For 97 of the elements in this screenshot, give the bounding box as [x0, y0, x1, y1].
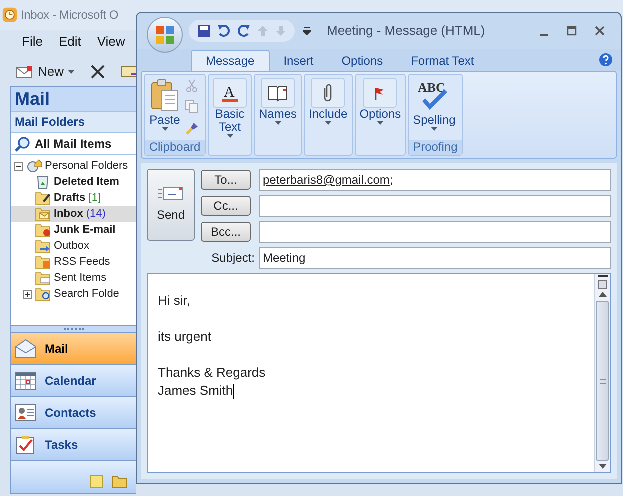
folder-icon[interactable]	[112, 475, 128, 489]
window-title: Meeting - Message (HTML)	[327, 22, 486, 40]
redo-icon[interactable]	[237, 24, 251, 38]
contact-card-icon	[15, 402, 37, 422]
office-logo-icon	[155, 25, 175, 45]
folder-item[interactable]: Search Folde	[11, 286, 136, 302]
caret-icon	[324, 121, 332, 125]
delete-icon[interactable]	[91, 65, 106, 79]
ribbon-button[interactable]: Include	[305, 75, 352, 155]
subject-field[interactable]: Meeting	[259, 247, 611, 269]
ribbon-button[interactable]: A Basic Text	[209, 75, 251, 155]
section-header: Mail Folders	[11, 111, 136, 133]
close-icon[interactable]	[595, 26, 605, 36]
expand-icon[interactable]	[23, 290, 32, 298]
outlook-logo-icon	[2, 7, 18, 23]
ribbon-tab[interactable]: Message	[191, 50, 270, 71]
all-mail-items-label: All Mail Items	[35, 136, 112, 152]
body-text-line: Thanks & Regards	[158, 364, 266, 382]
folder-icon	[35, 254, 51, 270]
menu-item[interactable]: File	[16, 32, 49, 52]
clipboard-icon	[150, 79, 180, 113]
folder-icon	[35, 206, 51, 222]
caret-icon	[274, 121, 282, 125]
search-folder-icon	[35, 286, 51, 302]
ribbon-button[interactable]: Options	[356, 75, 406, 155]
folder-icon	[35, 190, 51, 206]
folder-item[interactable]: Inbox (14)	[11, 206, 136, 222]
ribbon-tab[interactable]: Format Text	[397, 50, 488, 71]
recipient-field[interactable]	[259, 221, 611, 243]
search-icon	[15, 136, 31, 152]
folder-item[interactable]: Personal Folders	[11, 158, 136, 174]
save-icon[interactable]	[197, 24, 211, 38]
help-icon[interactable]	[599, 53, 613, 67]
new-mail-icon	[16, 64, 34, 80]
group-label: Proofing	[409, 140, 462, 155]
email-address[interactable]: peterbaris8@gmail.com;	[263, 171, 394, 189]
pane-header: Mail	[11, 87, 136, 111]
address-button[interactable]: Bcc...	[201, 222, 251, 242]
body-text-line: Hi sir,	[158, 292, 190, 310]
folder-icon	[35, 238, 51, 254]
menu-item[interactable]: View	[91, 32, 132, 52]
message-body[interactable]: Hi sir, its urgent Thanks & Regards James Smith	[147, 273, 611, 473]
recipient-field[interactable]	[259, 195, 611, 217]
caret-icon	[430, 127, 438, 131]
envelope-icon	[15, 338, 37, 358]
new-button[interactable]: New	[12, 62, 80, 82]
ribbon-tab[interactable]: Options	[328, 50, 398, 71]
nav-button[interactable]: Mail	[11, 333, 136, 365]
folder-item[interactable]: Junk E-mail	[11, 222, 136, 238]
address-button[interactable]: Cc...	[201, 196, 251, 216]
folder-icon	[35, 270, 51, 286]
ribbon-tab[interactable]: Insert	[270, 50, 328, 71]
all-mail-items[interactable]: All Mail Items	[11, 133, 136, 155]
calendar-icon	[15, 370, 37, 390]
envelope-icon	[157, 186, 185, 202]
ruler-icon[interactable]	[596, 274, 608, 292]
body-text-line: its urgent	[158, 328, 212, 346]
folder-item[interactable]: Sent Items	[11, 270, 136, 286]
scroll-down-icon[interactable]	[598, 464, 606, 469]
brush-icon[interactable]	[185, 122, 199, 136]
body-text-line: James Smith	[158, 382, 234, 400]
folder-item[interactable]: Drafts [1]	[11, 190, 136, 206]
nav-button[interactable]: Tasks	[11, 429, 136, 461]
folder-house-icon	[26, 158, 42, 174]
menu-item[interactable]: Edit	[52, 32, 88, 52]
text-cursor	[233, 384, 234, 398]
scrollbar[interactable]	[594, 274, 610, 472]
folder-item[interactable]: Deleted Item	[11, 174, 136, 190]
flag-icon	[375, 86, 386, 100]
maximize-icon[interactable]	[567, 26, 577, 36]
ribbon-button[interactable]: ABC Spelling	[409, 75, 460, 140]
address-button[interactable]: To...	[201, 170, 251, 190]
field-label: Subject:	[210, 250, 256, 267]
window-title: Inbox - Microsoft O	[21, 7, 119, 24]
scroll-thumb[interactable]	[596, 301, 609, 461]
splitter-grip[interactable]	[11, 325, 136, 333]
send-button[interactable]: Send	[147, 169, 195, 241]
folder-item[interactable]: RSS Feeds	[11, 254, 136, 270]
office-button[interactable]	[147, 17, 183, 53]
collapse-icon[interactable]	[14, 162, 23, 170]
customize-menu-icon[interactable]	[303, 27, 311, 35]
trash-icon	[35, 174, 51, 190]
recipient-field[interactable]: peterbaris8@gmail.com;	[259, 169, 611, 191]
ribbon-button[interactable]: Names	[255, 75, 302, 155]
folder-icon	[35, 222, 51, 238]
task-check-icon	[15, 434, 37, 454]
nav-button[interactable]: Calendar	[11, 365, 136, 397]
caret-icon	[68, 70, 76, 74]
caret-icon	[162, 127, 168, 131]
undo-icon[interactable]	[217, 24, 231, 38]
caret-icon	[376, 121, 384, 125]
group-label: Clipboard	[145, 140, 205, 155]
scroll-up-icon[interactable]	[598, 292, 606, 297]
nav-button[interactable]: Contacts	[11, 397, 136, 429]
ribbon-button[interactable]: Paste	[145, 75, 185, 140]
caret-icon	[226, 134, 234, 138]
folder-item[interactable]: Outbox	[11, 238, 136, 254]
